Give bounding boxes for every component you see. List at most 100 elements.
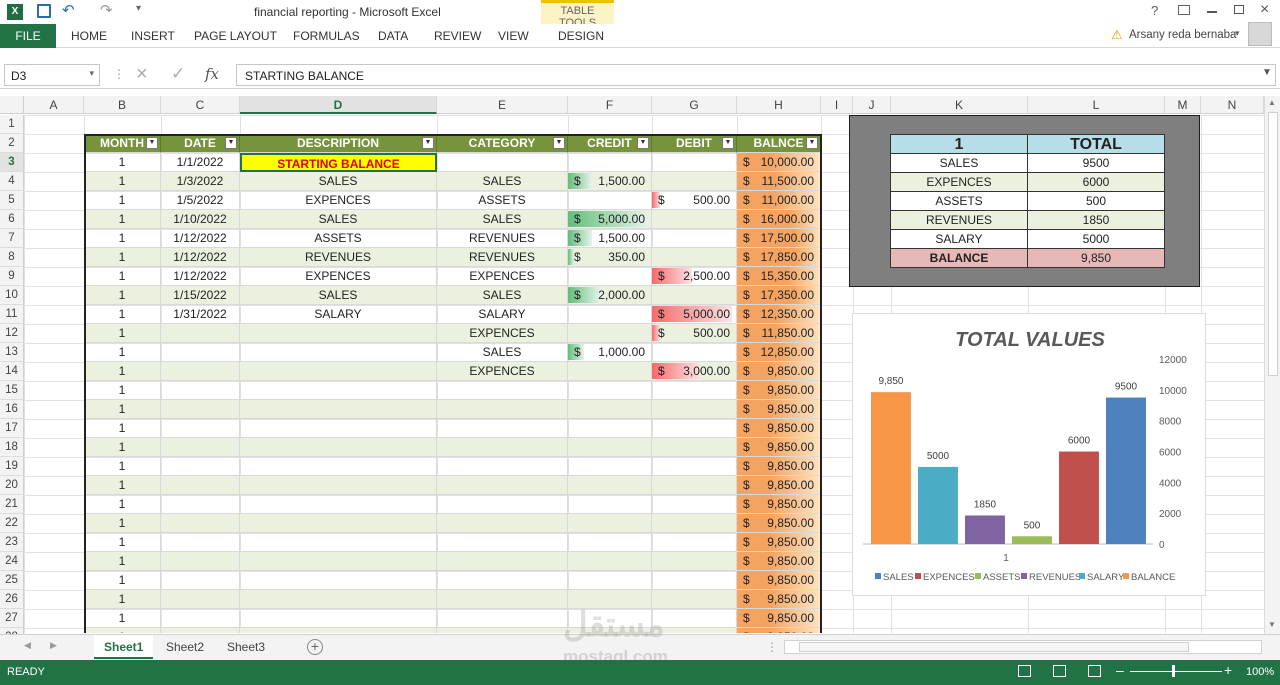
column-header-e[interactable]: E [437, 96, 568, 114]
credit-cell[interactable]: $350.00 [568, 248, 652, 267]
new-sheet-icon[interactable]: + [307, 639, 323, 655]
month-cell[interactable]: 1 [84, 229, 161, 248]
column-header-j[interactable]: J [853, 96, 891, 114]
tab-design[interactable]: DESIGN [558, 29, 604, 43]
date-cell[interactable]: 1/31/2022 [161, 305, 240, 324]
credit-cell[interactable] [568, 362, 652, 381]
column-header-a[interactable]: A [24, 96, 84, 114]
balance-cell[interactable]: $9,850.00 [737, 514, 821, 533]
h-scroll-thumb[interactable] [799, 642, 1189, 652]
row-header-14[interactable]: 14 [0, 362, 24, 381]
minimize-icon[interactable] [1207, 11, 1217, 13]
credit-cell[interactable]: $5,000.00 [568, 210, 652, 229]
month-cell[interactable]: 1 [84, 362, 161, 381]
avatar[interactable] [1248, 22, 1272, 46]
filter-dropdown-icon[interactable]: ▼ [637, 137, 649, 149]
credit-cell[interactable]: $1,500.00 [568, 229, 652, 248]
debit-cell[interactable]: $500.00 [652, 191, 737, 210]
undo-icon[interactable]: ↶ [62, 1, 75, 19]
debit-cell[interactable] [652, 286, 737, 305]
credit-cell[interactable]: $2,000.00 [568, 286, 652, 305]
date-cell[interactable] [161, 381, 240, 400]
tab-view[interactable]: VIEW [498, 29, 529, 43]
month-cell[interactable]: 1 [84, 590, 161, 609]
column-header-l[interactable]: L [1028, 96, 1165, 114]
formula-input[interactable]: STARTING BALANCE [236, 64, 1276, 86]
zoom-in-icon[interactable]: + [1224, 662, 1232, 678]
summary-balance-row[interactable]: BALANCE 9,850 [890, 249, 1165, 268]
chevron-down-icon[interactable]: ▾ [89, 68, 94, 79]
balance-cell[interactable]: $9,850.00 [737, 571, 821, 590]
column-header-c[interactable]: C [161, 96, 240, 114]
month-cell[interactable]: 1 [84, 419, 161, 438]
date-cell[interactable] [161, 343, 240, 362]
filter-dropdown-icon[interactable]: ▼ [225, 137, 237, 149]
debit-cell[interactable] [652, 495, 737, 514]
balance-cell[interactable]: $15,350.00 [737, 267, 821, 286]
description-cell[interactable] [240, 571, 437, 590]
header-month[interactable]: MONTH ▼ [84, 134, 161, 153]
row-header-16[interactable]: 16 [0, 400, 24, 419]
credit-cell[interactable] [568, 571, 652, 590]
category-cell[interactable]: SALES [437, 343, 568, 362]
month-cell[interactable]: 1 [84, 210, 161, 229]
row-header-5[interactable]: 5 [0, 191, 24, 210]
category-cell[interactable] [437, 609, 568, 628]
description-cell[interactable]: EXPENCES [240, 191, 437, 210]
row-header-25[interactable]: 25 [0, 571, 24, 590]
description-cell[interactable] [240, 457, 437, 476]
row-header-22[interactable]: 22 [0, 514, 24, 533]
scroll-right-icon[interactable]: ▶ [50, 640, 57, 651]
tab-data[interactable]: DATA [378, 29, 408, 43]
user-name[interactable]: Arsany reda bernaba [1129, 29, 1236, 41]
date-cell[interactable] [161, 495, 240, 514]
header-category[interactable]: CATEGORY ▼ [437, 134, 568, 153]
description-cell[interactable] [240, 438, 437, 457]
category-cell[interactable] [437, 400, 568, 419]
close-icon[interactable]: × [1260, 1, 1269, 19]
header-credit[interactable]: CREDIT ▼ [568, 134, 652, 153]
date-cell[interactable] [161, 552, 240, 571]
name-box[interactable]: D3 ▾ [4, 64, 100, 86]
customize-qat-icon[interactable]: ▾ [136, 3, 141, 14]
summary-row[interactable]: ASSETS 500 [890, 192, 1165, 211]
debit-cell[interactable] [652, 476, 737, 495]
filter-dropdown-icon[interactable]: ▼ [146, 137, 158, 149]
column-header-h[interactable]: H [737, 96, 821, 114]
row-header-11[interactable]: 11 [0, 305, 24, 324]
summary-row[interactable]: EXPENCES 6000 [890, 173, 1165, 192]
cancel-icon[interactable]: × [136, 63, 148, 86]
column-header-n[interactable]: N [1201, 96, 1264, 114]
debit-cell[interactable] [652, 343, 737, 362]
balance-cell[interactable]: $10,000.00 [737, 153, 821, 172]
row-header-1[interactable]: 1 [0, 115, 24, 134]
credit-cell[interactable] [568, 305, 652, 324]
debit-cell[interactable] [652, 210, 737, 229]
column-header-i[interactable]: I [821, 96, 853, 114]
category-cell[interactable] [437, 457, 568, 476]
column-header-f[interactable]: F [568, 96, 652, 114]
total-values-chart[interactable]: TOTAL VALUES 0 2000 4000 6000 8000 10000 12000 9… [852, 313, 1206, 596]
tab-insert[interactable]: INSERT [131, 29, 175, 43]
zoom-slider[interactable] [1130, 671, 1222, 672]
header-description[interactable]: DESCRIPTION ▼ [240, 134, 437, 153]
description-cell[interactable] [240, 476, 437, 495]
row-header-15[interactable]: 15 [0, 381, 24, 400]
debit-cell[interactable] [652, 172, 737, 191]
ribbon-display-icon[interactable] [1178, 5, 1190, 15]
balance-cell[interactable]: $9,850.00 [737, 476, 821, 495]
description-cell[interactable]: ASSETS [240, 229, 437, 248]
balance-cell[interactable]: $9,850.00 [737, 495, 821, 514]
debit-cell[interactable] [652, 381, 737, 400]
date-cell[interactable] [161, 533, 240, 552]
row-header-8[interactable]: 8 [0, 248, 24, 267]
description-cell[interactable] [240, 533, 437, 552]
description-cell[interactable] [240, 324, 437, 343]
filter-dropdown-icon[interactable]: ▼ [806, 137, 818, 149]
tab-formulas[interactable]: FORMULAS [293, 29, 360, 43]
category-cell[interactable] [437, 628, 568, 633]
zoom-slider-thumb[interactable] [1172, 665, 1175, 677]
row-header-4[interactable]: 4 [0, 172, 24, 191]
description-cell[interactable] [240, 609, 437, 628]
date-cell[interactable]: 1/12/2022 [161, 267, 240, 286]
